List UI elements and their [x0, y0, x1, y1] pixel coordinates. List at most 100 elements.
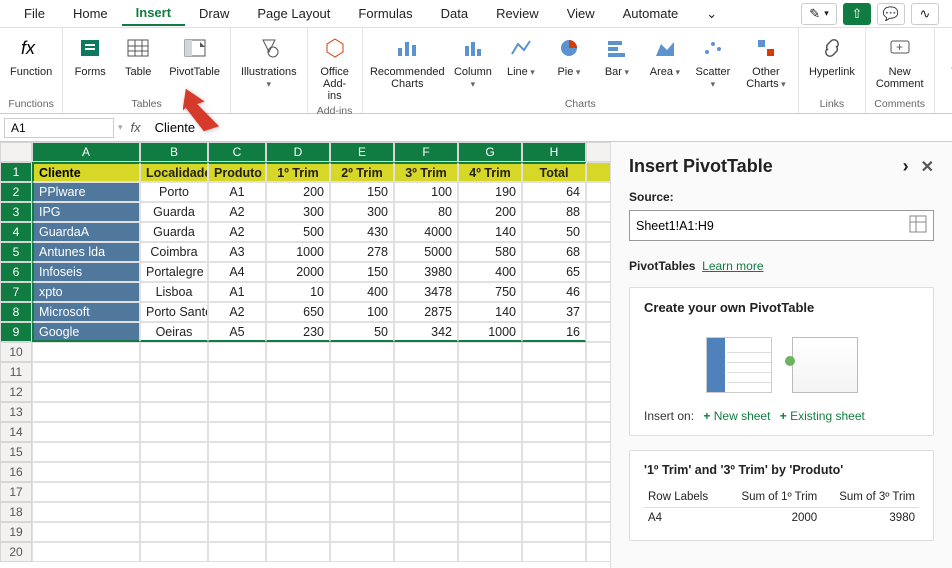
data-cell[interactable]: 65	[522, 262, 586, 282]
col-header-E[interactable]: E	[330, 142, 394, 162]
data-cell[interactable]: 750	[458, 282, 522, 302]
tab-draw[interactable]: Draw	[185, 2, 243, 25]
data-cell[interactable]: 2875	[394, 302, 458, 322]
data-cell[interactable]: Porto	[140, 182, 208, 202]
data-cell[interactable]: IPG	[32, 202, 140, 222]
tab-formulas[interactable]: Formulas	[344, 2, 426, 25]
tab-view[interactable]: View	[553, 2, 609, 25]
range-picker-icon[interactable]	[909, 215, 927, 236]
new-comment-button[interactable]: +New Comment	[874, 32, 926, 92]
tab-insert[interactable]: Insert	[122, 1, 185, 26]
data-cell[interactable]: 100	[330, 302, 394, 322]
scatter-chart-button[interactable]: Scatter	[694, 32, 732, 92]
source-input[interactable]	[636, 219, 909, 233]
data-cell[interactable]: PPlware	[32, 182, 140, 202]
header-cell[interactable]: Total	[522, 162, 586, 182]
data-cell[interactable]: Infoseis	[32, 262, 140, 282]
data-cell[interactable]: 278	[330, 242, 394, 262]
addins-button[interactable]: Office Add-ins	[316, 32, 354, 104]
fx-label[interactable]: fx	[123, 120, 149, 135]
tab-more[interactable]: ⌄	[692, 2, 731, 26]
table-button[interactable]: Table	[119, 32, 157, 80]
data-cell[interactable]: 140	[458, 302, 522, 322]
col-header-B[interactable]: B	[140, 142, 208, 162]
data-cell[interactable]: Microsoft	[32, 302, 140, 322]
data-cell[interactable]: A2	[208, 202, 266, 222]
name-box[interactable]	[4, 118, 114, 138]
data-cell[interactable]: 2000	[266, 262, 330, 282]
chevron-right-icon[interactable]: ›	[903, 156, 909, 177]
hyperlink-button[interactable]: Hyperlink	[807, 32, 857, 80]
existing-sheet-button[interactable]: + Existing sheet	[780, 409, 865, 423]
data-cell[interactable]: 150	[330, 262, 394, 282]
header-cell[interactable]: 2º Trim	[330, 162, 394, 182]
data-cell[interactable]: 150	[330, 182, 394, 202]
header-cell[interactable]: Cliente	[32, 162, 140, 182]
forms-button[interactable]: Forms	[71, 32, 109, 80]
data-cell[interactable]: A2	[208, 302, 266, 322]
data-cell[interactable]: 3478	[394, 282, 458, 302]
pivottable-button[interactable]: PivotTable	[167, 32, 222, 80]
data-cell[interactable]: Google	[32, 322, 140, 342]
data-cell[interactable]: 64	[522, 182, 586, 202]
line-chart-button[interactable]: Line	[502, 32, 540, 80]
data-cell[interactable]: Portalegre	[140, 262, 208, 282]
data-cell[interactable]: 50	[330, 322, 394, 342]
data-cell[interactable]: 10	[266, 282, 330, 302]
data-cell[interactable]: Guarda	[140, 222, 208, 242]
formula-input[interactable]	[149, 118, 952, 137]
data-cell[interactable]: 580	[458, 242, 522, 262]
area-chart-button[interactable]: Area	[646, 32, 684, 80]
close-panel-button[interactable]: ✕	[921, 157, 934, 177]
new-sheet-button[interactable]: + New sheet	[703, 409, 770, 423]
suggested-pivot-card[interactable]: '1º Trim' and '3º Trim' by 'Produto' Row…	[629, 450, 934, 541]
header-cell[interactable]: Localidade	[140, 162, 208, 182]
data-cell[interactable]: 46	[522, 282, 586, 302]
tab-home[interactable]: Home	[59, 2, 122, 25]
data-cell[interactable]: 1000	[458, 322, 522, 342]
activity-button[interactable]: ∿	[911, 3, 939, 25]
data-cell[interactable]: 300	[330, 202, 394, 222]
data-cell[interactable]: Lisboa	[140, 282, 208, 302]
data-cell[interactable]: 68	[522, 242, 586, 262]
col-header-A[interactable]: A	[32, 142, 140, 162]
data-cell[interactable]: 37	[522, 302, 586, 322]
data-cell[interactable]: 50	[522, 222, 586, 242]
data-cell[interactable]: 400	[458, 262, 522, 282]
data-cell[interactable]: Coimbra	[140, 242, 208, 262]
data-cell[interactable]: Antunes lda	[32, 242, 140, 262]
data-cell[interactable]: 1000	[266, 242, 330, 262]
data-cell[interactable]: A1	[208, 182, 266, 202]
learn-more-link[interactable]: Learn more	[702, 259, 763, 273]
data-cell[interactable]: 342	[394, 322, 458, 342]
data-cell[interactable]: 80	[394, 202, 458, 222]
column-chart-button[interactable]: Column	[454, 32, 492, 92]
data-cell[interactable]: 100	[394, 182, 458, 202]
data-cell[interactable]: Oeiras	[140, 322, 208, 342]
pivot-preview[interactable]	[644, 325, 919, 409]
data-cell[interactable]: 4000	[394, 222, 458, 242]
share-button[interactable]: ⇧	[843, 3, 871, 25]
data-cell[interactable]: A2	[208, 222, 266, 242]
tab-file[interactable]: File	[10, 2, 59, 25]
other-charts-button[interactable]: Other Charts	[742, 32, 790, 92]
data-cell[interactable]: A1	[208, 282, 266, 302]
data-cell[interactable]: 5000	[394, 242, 458, 262]
comments-button[interactable]: 💬	[877, 3, 905, 25]
tab-automate[interactable]: Automate	[609, 2, 693, 25]
col-header-F[interactable]: F	[394, 142, 458, 162]
data-cell[interactable]: Porto Santo	[140, 302, 208, 322]
header-cell[interactable]: Produto	[208, 162, 266, 182]
data-cell[interactable]: 300	[266, 202, 330, 222]
data-cell[interactable]: 88	[522, 202, 586, 222]
function-button[interactable]: fxFunction	[8, 32, 54, 80]
data-cell[interactable]: xpto	[32, 282, 140, 302]
data-cell[interactable]: 400	[330, 282, 394, 302]
data-cell[interactable]: 200	[266, 182, 330, 202]
data-cell[interactable]: 650	[266, 302, 330, 322]
bar-chart-button[interactable]: Bar	[598, 32, 636, 80]
data-cell[interactable]: 3980	[394, 262, 458, 282]
data-cell[interactable]: A3	[208, 242, 266, 262]
col-header-D[interactable]: D	[266, 142, 330, 162]
data-cell[interactable]: 190	[458, 182, 522, 202]
